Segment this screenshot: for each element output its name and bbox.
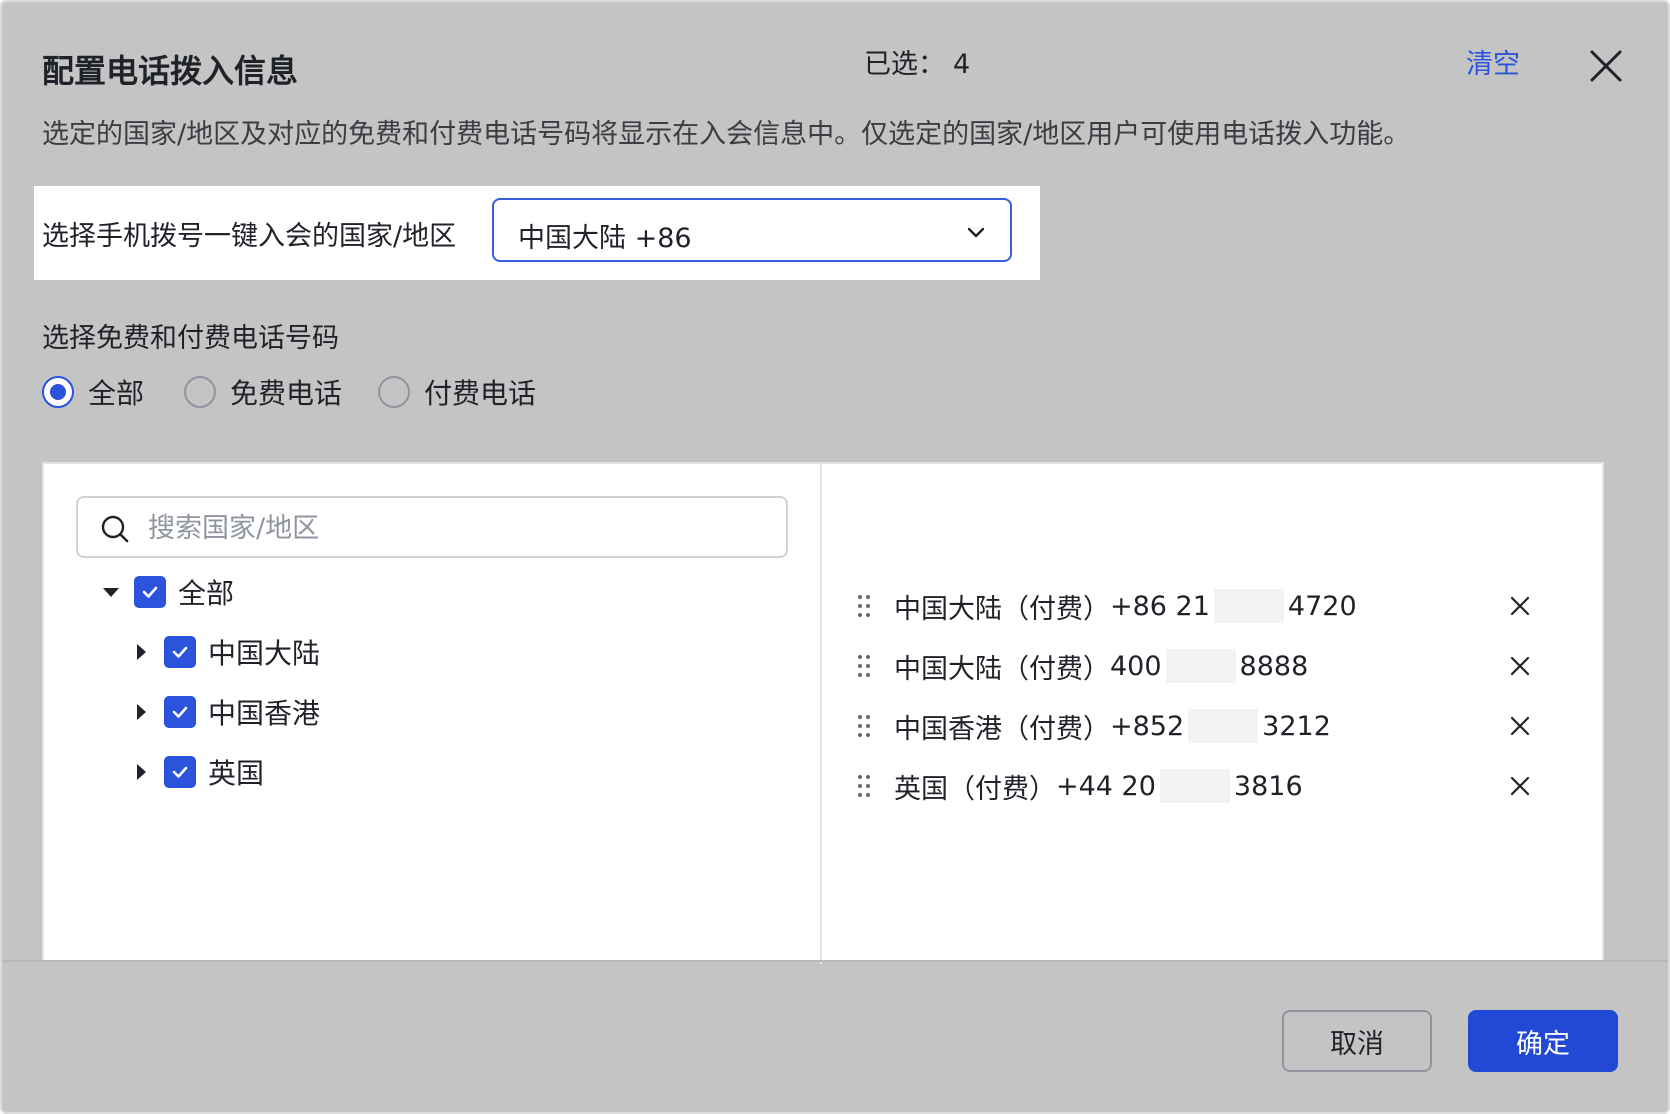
selected-count: 已选： 4	[856, 42, 970, 81]
caret-right-icon[interactable]	[130, 641, 152, 663]
search-input[interactable]	[148, 508, 768, 548]
selected-item-name: 中国大陆（付费）	[894, 653, 1110, 685]
remove-icon[interactable]	[1508, 594, 1532, 618]
tree-item-hong-kong[interactable]: 中国香港	[130, 692, 320, 732]
drag-handle-icon[interactable]	[854, 652, 874, 680]
selected-item-suffix: 3816	[1233, 770, 1303, 802]
radio-circle-selected	[42, 376, 74, 408]
tree-item-label: 中国大陆	[208, 637, 321, 670]
selected-item-text: 中国大陆（付费） +86 21 4720	[894, 587, 1357, 626]
selected-item-prefix: 400	[1110, 650, 1162, 682]
redaction-mask	[1165, 649, 1236, 683]
selected-item: 中国香港（付费） +852 3212	[854, 706, 1534, 746]
caret-right-icon[interactable]	[130, 701, 152, 723]
redaction-mask	[1159, 769, 1230, 803]
check-icon	[172, 646, 188, 658]
selected-count-value: 4	[953, 49, 971, 80]
selected-item-text: 中国大陆（付费） 400 8888	[894, 647, 1308, 686]
remove-icon[interactable]	[1508, 774, 1532, 798]
one-tap-country-select[interactable]: 中国大陆 +86	[492, 198, 1012, 262]
cancel-button[interactable]: 取消	[1282, 1010, 1432, 1072]
checkbox-checked[interactable]	[164, 636, 196, 668]
selected-item-name: 英国（付费）	[894, 773, 1056, 805]
tree-item-label: 英国	[208, 757, 265, 790]
remove-icon[interactable]	[1508, 714, 1532, 738]
redaction-mask	[1213, 589, 1284, 623]
dialog: 配置电话拨入信息 选定的国家/地区及对应的免费和付费电话号码将显示在入会信息中。…	[0, 0, 1670, 1114]
remove-icon[interactable]	[1508, 654, 1532, 678]
selected-item-prefix: +852	[1110, 710, 1185, 742]
one-tap-country-label: 选择手机拨号一键入会的国家/地区	[42, 221, 457, 252]
drag-handle-icon[interactable]	[854, 772, 874, 800]
tree-item-uk[interactable]: 英国	[130, 752, 264, 792]
check-icon	[172, 706, 188, 718]
selected-count-label: 已选：	[864, 49, 945, 80]
radio-toll[interactable]: 付费电话	[378, 372, 536, 412]
selected-item-text: 中国香港（付费） +852 3212	[894, 707, 1331, 746]
chevron-down-icon	[967, 227, 985, 238]
number-type-label: 选择免费和付费电话号码	[42, 323, 339, 354]
one-tap-country-row: 选择手机拨号一键入会的国家/地区 中国大陆 +86	[34, 186, 1040, 280]
selected-item: 中国大陆（付费） +86 21 4720	[854, 586, 1534, 626]
one-tap-country-value: 中国大陆 +86	[518, 223, 692, 254]
selected-item: 中国大陆（付费） 400 8888	[854, 646, 1534, 686]
check-icon	[172, 766, 188, 778]
caret-right-icon[interactable]	[130, 761, 152, 783]
caret-down-icon[interactable]	[100, 581, 122, 603]
selected-item: 英国（付费） +44 20 3816	[854, 766, 1534, 806]
country-search[interactable]	[76, 496, 788, 558]
selected-item-suffix: 4720	[1287, 590, 1357, 622]
clear-all-link[interactable]: 清空	[1466, 42, 1520, 81]
radio-circle	[378, 376, 410, 408]
confirm-button[interactable]: 确定	[1468, 1010, 1618, 1072]
drag-handle-icon[interactable]	[854, 712, 874, 740]
selected-item-name: 中国大陆（付费）	[894, 593, 1110, 625]
close-icon[interactable]	[1586, 46, 1626, 86]
drag-handle-icon[interactable]	[854, 592, 874, 620]
dialog-title: 配置电话拨入信息	[42, 52, 299, 90]
dialog-description: 选定的国家/地区及对应的免费和付费电话号码将显示在入会信息中。仅选定的国家/地区…	[42, 119, 1411, 150]
radio-label: 免费电话	[230, 377, 343, 410]
tree-item-label: 全部	[178, 577, 235, 610]
tree-root-all[interactable]: 全部	[100, 572, 234, 612]
checkbox-checked[interactable]	[164, 756, 196, 788]
radio-all[interactable]: 全部	[42, 372, 144, 412]
selected-item-prefix: +86 21	[1110, 590, 1210, 622]
selected-item-text: 英国（付费） +44 20 3816	[894, 767, 1303, 806]
tree-item-label: 中国香港	[208, 697, 321, 730]
radio-toll-free[interactable]: 免费电话	[184, 372, 342, 412]
check-icon	[142, 586, 158, 598]
panel-divider	[820, 464, 822, 964]
redaction-mask	[1188, 709, 1259, 743]
tree-item-mainland-china[interactable]: 中国大陆	[130, 632, 320, 672]
selected-item-suffix: 3212	[1262, 710, 1331, 742]
radio-label: 全部	[88, 377, 145, 410]
checkbox-checked[interactable]	[134, 576, 166, 608]
radio-label: 付费电话	[424, 377, 537, 410]
selected-item-prefix: +44 20	[1056, 770, 1156, 802]
checkbox-checked[interactable]	[164, 696, 196, 728]
radio-circle	[184, 376, 216, 408]
selected-item-suffix: 8888	[1239, 650, 1309, 682]
search-icon	[101, 515, 129, 543]
selected-item-name: 中国香港（付费）	[894, 713, 1110, 745]
footer-divider	[2, 960, 1668, 962]
